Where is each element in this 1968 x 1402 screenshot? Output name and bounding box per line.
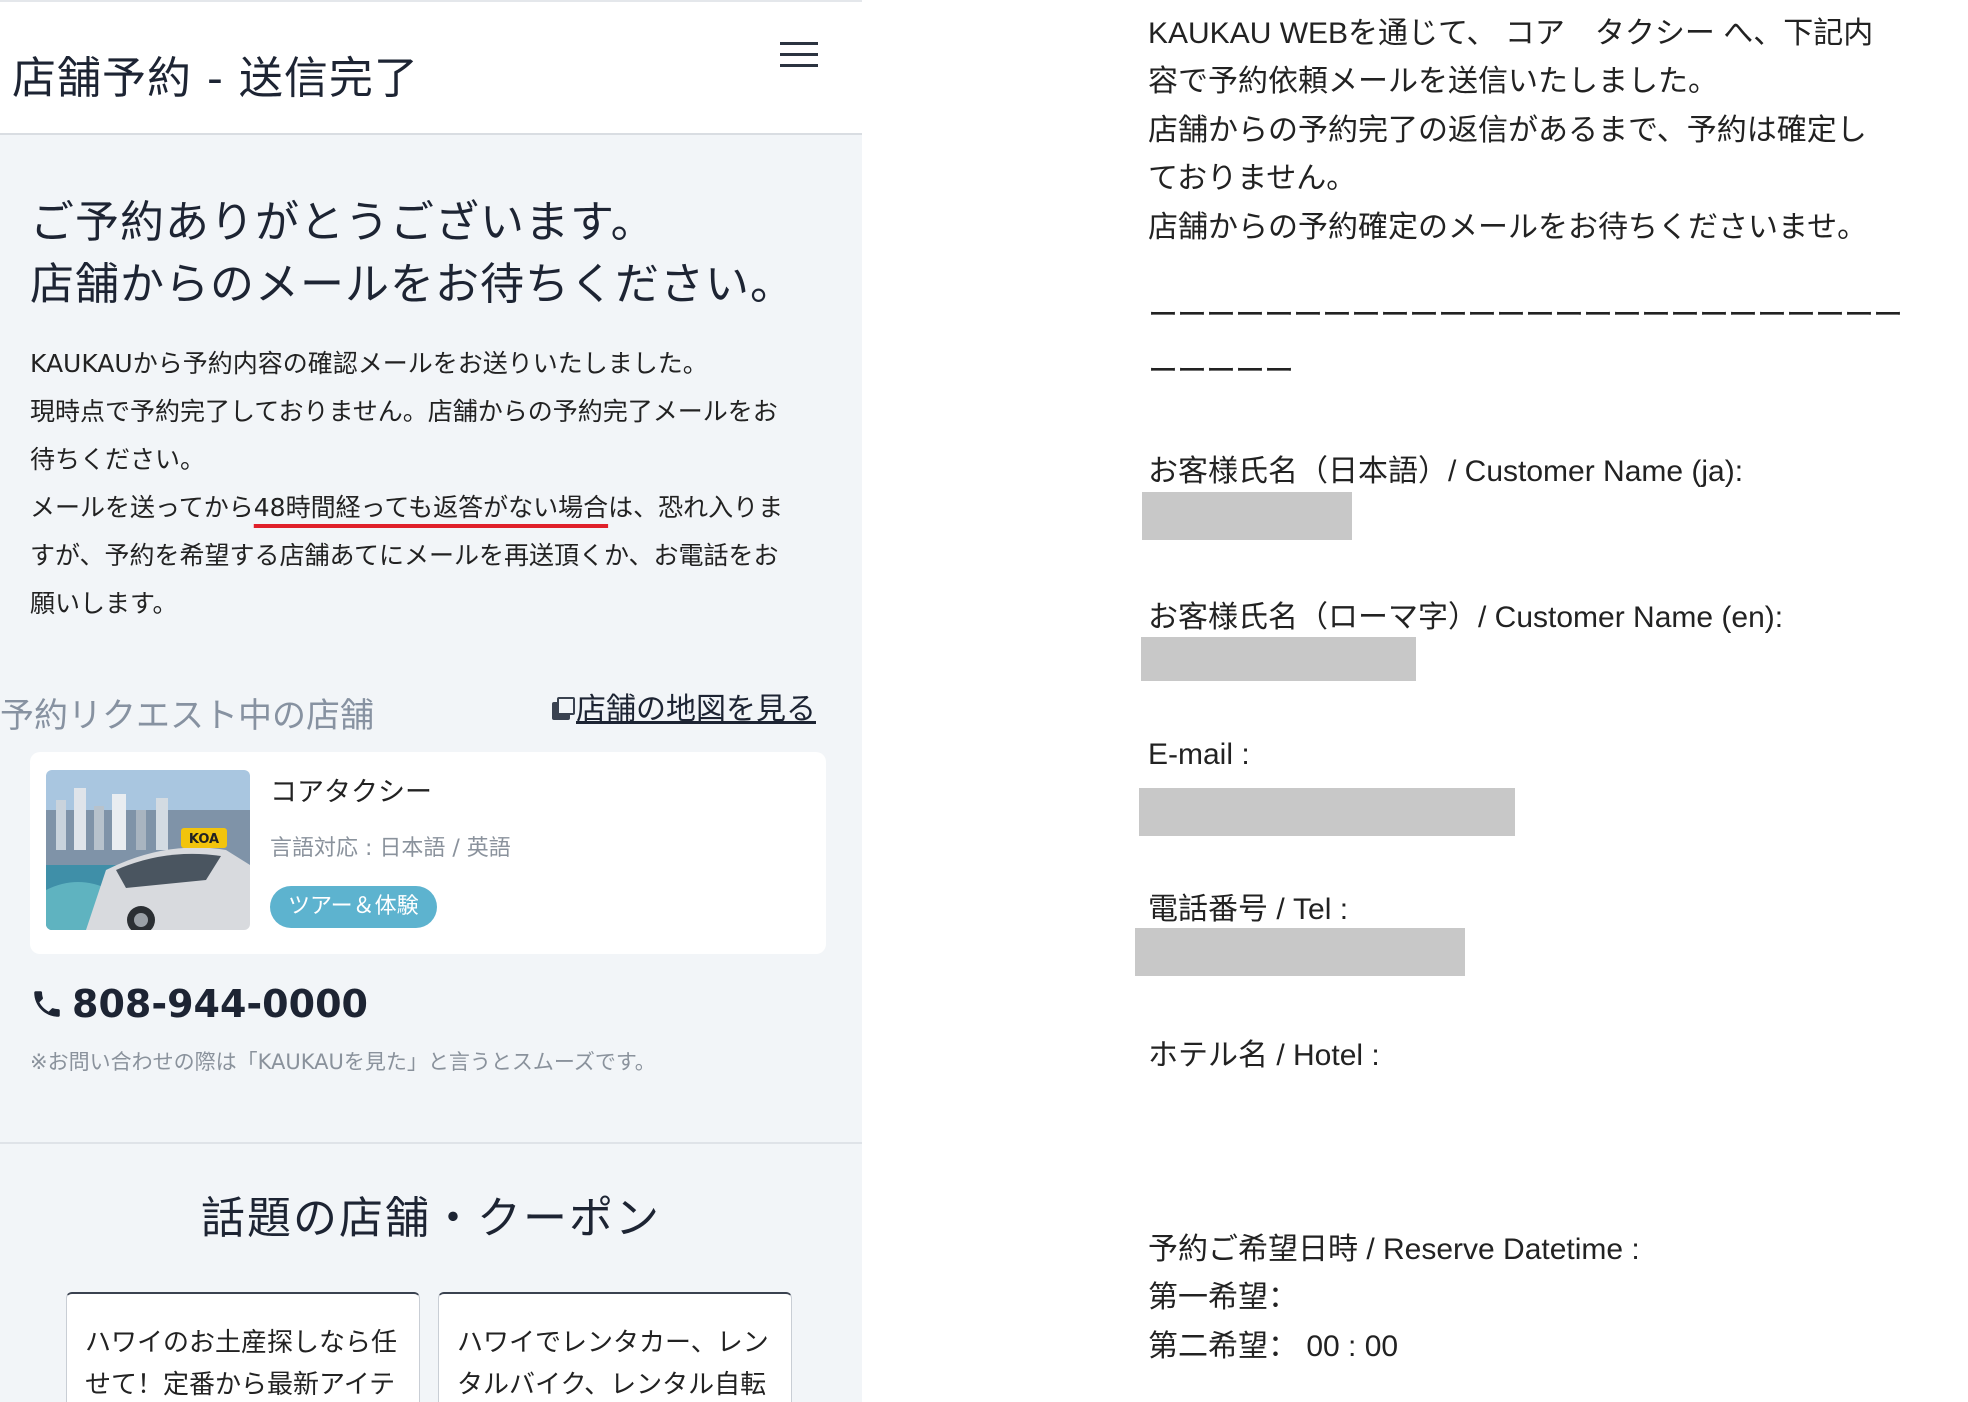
section-divider — [0, 1142, 862, 1144]
thanks-heading: ご予約ありがとうございます。 店舗からのメールをお待ちください。 — [30, 192, 850, 316]
phone-note: ※お問い合わせの際は「KAUKAUを見た」と言うとスムーズです。 — [30, 1050, 656, 1074]
email-intro-line: KAUKAU WEBを通じて、 コア タクシー へ、下記内 — [1148, 17, 1874, 50]
field-label-name-en: お客様氏名（ローマ字）/ Customer Name (en): — [1148, 601, 1784, 634]
coupon-card[interactable]: ハワイでレンタカー、レン タルバイク、レンタル自転 — [438, 1292, 792, 1402]
popular-shops-title: 話題の店舗・クーポン — [201, 1193, 661, 1244]
notice-line: 待ちください。 — [30, 445, 206, 474]
notice-line: メールを送ってから48時間経っても返答がない場合は、恐れ入りま — [30, 484, 830, 532]
redacted-tel — [1135, 928, 1465, 976]
email-intro-line: 容で予約依頼メールを送信いたしました。 — [1148, 65, 1718, 98]
hamburger-menu-icon[interactable] — [780, 42, 818, 68]
field-second-choice: 第二希望： 00 : 00 — [1148, 1330, 1399, 1363]
field-first-choice: 第一希望： — [1148, 1281, 1298, 1314]
shop-name: コアタクシー — [270, 777, 432, 808]
redacted-name-ja — [1142, 492, 1352, 540]
field-label-datetime: 予約ご希望日時 / Reserve Datetime : — [1148, 1233, 1640, 1266]
taxi-sign-label: KOA — [189, 832, 219, 847]
field-label-name-ja: お客様氏名（日本語）/ Customer Name (ja): — [1148, 455, 1744, 488]
shop-thumbnail-image: KOA — [46, 770, 250, 930]
view-map-link-label: 店舗の地図を見る — [576, 692, 816, 727]
coupon-card-text: せて！定番から最新アイテ — [85, 1370, 396, 1400]
notice-line: 願いします。 — [30, 589, 178, 618]
app-header: 店舗予約 - 送信完了 — [0, 0, 862, 135]
notice-line: KAUKAUから予約内容の確認メールをお送りいたしました。 — [30, 349, 708, 378]
shop-languages: 言語対応 : 日本語 / 英語 — [270, 836, 511, 861]
email-separator: ーーーーーーーーーーーーーーーーーーーーーーーーーーーーーーー — [1148, 299, 1903, 388]
thanks-heading-line2: 店舗からのメールをお待ちください。 — [30, 259, 795, 310]
shop-category-tag[interactable]: ツアー＆体験 — [270, 886, 437, 928]
coupon-card-text: タルバイク、レンタル自転 — [457, 1370, 767, 1400]
confirmation-notice: KAUKAUから予約内容の確認メールをお送りいたしました。 現時点で予約完了して… — [30, 340, 830, 628]
shop-phone[interactable]: 808-944-0000 — [30, 982, 368, 1026]
field-label-tel: 電話番号 / Tel : — [1148, 893, 1349, 926]
external-link-icon — [552, 696, 575, 720]
notice-text: メールを送ってから — [30, 493, 254, 522]
phone-icon — [34, 991, 60, 1017]
email-intro-line: 店舗からの予約確定のメールをお待ちくださいませ。 — [1148, 211, 1868, 244]
redacted-name-en — [1141, 637, 1416, 681]
email-intro-line: 店舗からの予約完了の返信があるまで、予約は確定し — [1148, 114, 1867, 147]
shop-card[interactable]: KOA コアタクシー 言語対応 : 日本語 / 英語 ツアー＆体験 — [30, 752, 826, 954]
email-content-panel: KAUKAU WEBを通じて、 コア タクシー へ、下記内 容で予約依頼メールを… — [862, 0, 1968, 1402]
page-title: 店舗予約 - 送信完了 — [12, 53, 419, 104]
view-map-link[interactable]: 店舗の地図を見る — [552, 684, 816, 728]
thanks-heading-line1: ご予約ありがとうございます。 — [30, 197, 656, 248]
notice-line: すが、予約を希望する店舗あてにメールを再送頂くか、お電話をお — [30, 541, 779, 570]
phone-number[interactable]: 808-944-0000 — [72, 982, 368, 1026]
redacted-email — [1139, 788, 1515, 836]
field-label-email: E-mail : — [1148, 738, 1250, 771]
highlighted-48h-notice: 48時間経っても返答がない場合 — [253, 493, 609, 522]
mobile-page-panel: 店舗予約 - 送信完了 ご予約ありがとうございます。 店舗からのメールをお待ちく… — [0, 0, 862, 1402]
coupon-card-text: ハワイのお土産探しなら任 — [85, 1328, 398, 1358]
notice-text: は、恐れ入りま — [608, 493, 784, 522]
coupon-card-text: ハワイでレンタカー、レン — [457, 1328, 769, 1358]
requested-shop-section-title: 予約リクエスト中の店舗 — [0, 696, 374, 736]
email-intro-line: ておりません。 — [1148, 162, 1357, 195]
coupon-card[interactable]: ハワイのお土産探しなら任 せて！定番から最新アイテ — [66, 1292, 420, 1402]
notice-line: 現時点で予約完了しておりません。店舗からの予約完了メールをお — [30, 397, 778, 426]
field-label-hotel: ホテル名 / Hotel : — [1148, 1039, 1380, 1072]
